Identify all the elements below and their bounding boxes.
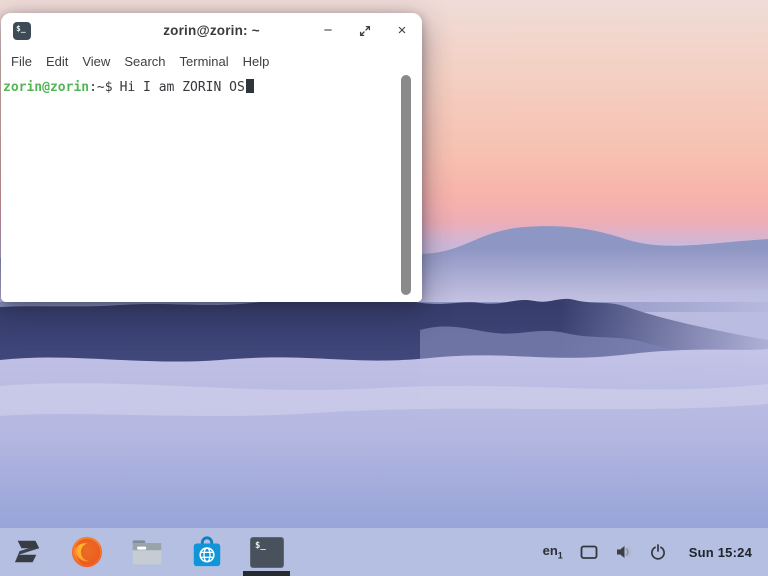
menu-file[interactable]: File bbox=[11, 54, 32, 69]
zorin-menu-button[interactable] bbox=[10, 534, 44, 570]
terminal-app-icon: $_ bbox=[13, 22, 31, 40]
menu-help[interactable]: Help bbox=[243, 54, 270, 69]
terminal-window: $_ zorin@zorin: ~ − × File Edit View Sea… bbox=[1, 13, 422, 302]
terminal-scrollbar[interactable] bbox=[401, 75, 411, 295]
terminal-icon: $_ bbox=[250, 536, 284, 568]
firefox-button[interactable] bbox=[70, 534, 104, 570]
language-indicator[interactable]: en1 bbox=[543, 543, 563, 561]
typed-command: Hi I am ZORIN OS bbox=[119, 80, 245, 95]
resize-arrows-icon bbox=[359, 25, 371, 36]
terminal-menubar: File Edit View Search Terminal Help bbox=[1, 48, 422, 75]
prompt-line: zorin@zorin:~$ Hi I am ZORIN OS bbox=[3, 79, 420, 96]
terminal-content[interactable]: zorin@zorin:~$ Hi I am ZORIN OS bbox=[1, 75, 422, 302]
files-button[interactable] bbox=[130, 534, 164, 570]
display-icon bbox=[580, 545, 598, 559]
clock[interactable]: Sun 15:24 bbox=[689, 545, 752, 560]
taskbar-status-area: en1 Sun 15:24 bbox=[543, 543, 768, 561]
software-store-button[interactable] bbox=[190, 534, 224, 570]
active-window-indicator bbox=[243, 571, 290, 576]
minimize-button[interactable]: − bbox=[321, 23, 335, 38]
text-cursor bbox=[245, 79, 254, 93]
taskbar-apps: $_ bbox=[0, 534, 284, 570]
display-button[interactable] bbox=[580, 545, 598, 560]
close-button[interactable]: × bbox=[395, 23, 409, 38]
terminal-taskbar-button[interactable]: $_ bbox=[250, 534, 284, 570]
zorin-logo-icon bbox=[14, 540, 40, 563]
firefox-icon bbox=[71, 536, 103, 568]
menu-search[interactable]: Search bbox=[124, 54, 165, 69]
volume-button[interactable] bbox=[615, 544, 633, 560]
speaker-icon bbox=[616, 546, 632, 558]
titlebar[interactable]: $_ zorin@zorin: ~ − × bbox=[1, 13, 422, 48]
maximize-button[interactable] bbox=[358, 24, 372, 38]
menu-edit[interactable]: Edit bbox=[46, 54, 68, 69]
menu-terminal[interactable]: Terminal bbox=[180, 54, 229, 69]
power-icon bbox=[650, 544, 665, 560]
taskbar: $_ en1 Sun 15:24 bbox=[0, 528, 768, 576]
folder-icon bbox=[132, 540, 162, 565]
software-store-icon bbox=[193, 536, 221, 567]
menu-view[interactable]: View bbox=[82, 54, 110, 69]
power-button[interactable] bbox=[650, 544, 666, 560]
prompt-user-host: zorin@zorin bbox=[3, 80, 90, 95]
prompt-path: :~$ bbox=[89, 80, 113, 95]
